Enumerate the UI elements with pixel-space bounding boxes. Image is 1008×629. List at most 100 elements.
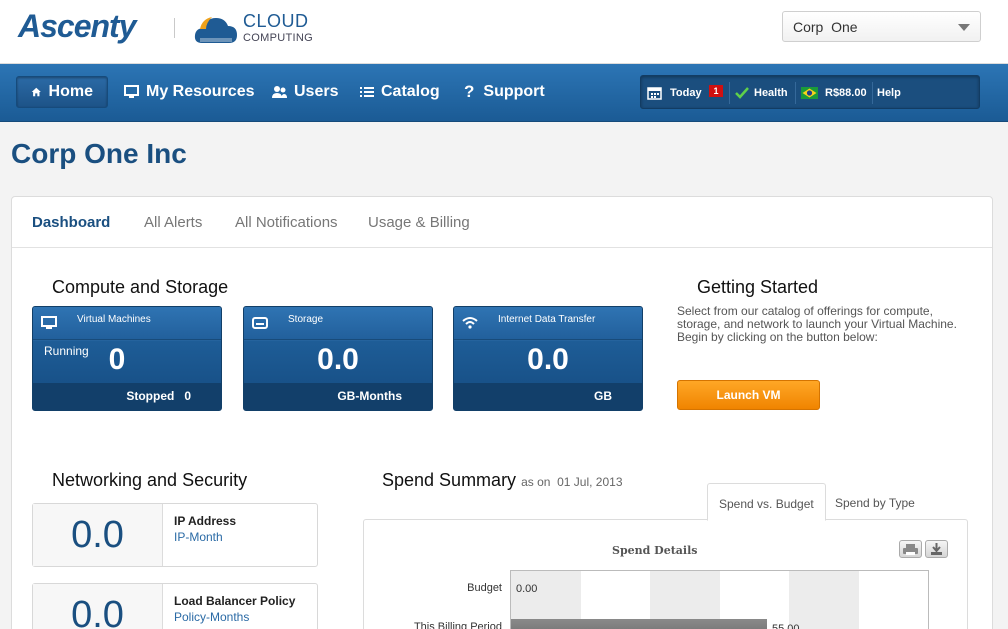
question-icon: ? — [464, 82, 475, 101]
help-label: Help — [877, 87, 901, 99]
nav-catalog[interactable]: Catalog — [346, 76, 454, 108]
balance-label: R$88.00 — [825, 87, 867, 99]
storage-tile-footer: GB-Months — [244, 383, 432, 410]
nav-users-label: Users — [294, 83, 339, 100]
load-balancer-unit[interactable]: Policy-Months — [174, 610, 249, 624]
spend-chart-plot: 0.00 55.00 — [510, 570, 929, 629]
list-icon — [360, 87, 374, 97]
nav-support-label: Support — [483, 83, 545, 100]
storage-tile[interactable]: Storage 0.0 GB-Months — [243, 306, 433, 411]
today-label: Today — [670, 87, 702, 99]
nav-users[interactable]: Users — [258, 76, 352, 108]
vm-stopped-count: Stopped 0 — [126, 389, 191, 403]
account-dropdown[interactable]: Corp One — [782, 11, 981, 42]
nav-catalog-label: Catalog — [381, 83, 440, 100]
cloud-computing-label: CLOUD COMPUTING — [243, 12, 313, 44]
chart-data-label: 0.00 — [516, 583, 538, 595]
status-divider — [795, 82, 796, 104]
main-navbar: Home My Resources Users Catalog ? Suppor… — [0, 64, 1008, 122]
load-balancer-value: 0.0 — [33, 584, 163, 629]
cloud-label-line2: COMPUTING — [243, 32, 313, 44]
tab-spend-vs-budget[interactable]: Spend vs. Budget — [707, 483, 826, 521]
nav-my-resources-label: My Resources — [146, 83, 255, 100]
today-count-badge: 1 — [709, 85, 723, 97]
health-label: Health — [754, 87, 788, 99]
getting-started-title: Getting Started — [697, 277, 819, 297]
ascenty-logo[interactable]: Ascenty — [18, 8, 136, 45]
tab-all-notifications[interactable]: All Notifications — [235, 214, 338, 231]
grid-band — [789, 571, 859, 629]
spend-summary-heading: Spend Summary as on 01 Jul, 2013 — [382, 470, 623, 491]
users-icon — [272, 86, 287, 98]
status-divider — [729, 82, 730, 104]
load-balancer-label: Load Balancer Policy — [174, 594, 296, 608]
chevron-down-icon — [958, 24, 970, 31]
vm-running-count: 0 — [108, 343, 126, 376]
chart-bar[interactable] — [511, 619, 767, 629]
monitor-icon — [41, 316, 57, 329]
account-balance[interactable]: R$88.00 — [801, 76, 867, 110]
spend-summary-title: Spend Summary — [382, 470, 517, 490]
tab-all-alerts[interactable]: All Alerts — [144, 214, 202, 231]
print-button[interactable] — [899, 540, 922, 558]
data-transfer-tile[interactable]: Internet Data Transfer 0.0 GB — [453, 306, 643, 411]
storage-unit: GB-Months — [337, 389, 402, 403]
data-transfer-tile-footer: GB — [454, 383, 642, 410]
brand-name: Ascenty — [18, 8, 136, 44]
download-button[interactable] — [925, 540, 948, 558]
vm-tile[interactable]: Virtual Machines Running 0 Stopped 0 — [32, 306, 222, 411]
hard-drive-icon — [252, 317, 268, 329]
cloud-label-line1: CLOUD — [243, 11, 309, 31]
data-transfer-tile-header: Internet Data Transfer — [454, 307, 642, 340]
dashboard-card: Dashboard All Alerts All Notifications U… — [11, 196, 993, 629]
nav-home-label: Home — [48, 83, 93, 100]
dashboard-tabs: Dashboard All Alerts All Notifications U… — [12, 197, 992, 248]
ip-address-label: IP Address — [174, 514, 237, 528]
help-link[interactable]: Help — [877, 76, 901, 110]
vm-tile-footer: Stopped 0 — [33, 383, 221, 410]
storage-tile-label: Storage — [288, 314, 324, 325]
ip-address-unit[interactable]: IP-Month — [174, 530, 223, 544]
ip-address-value: 0.0 — [33, 504, 163, 566]
calendar-icon — [647, 87, 662, 100]
data-transfer-tile-label: Internet Data Transfer — [498, 314, 596, 325]
monitor-icon — [124, 85, 139, 98]
today-alerts[interactable]: Today — [647, 76, 702, 110]
getting-started-text: Select from our catalog of offerings for… — [677, 304, 957, 344]
nav-support[interactable]: ? Support — [450, 76, 559, 108]
download-icon — [931, 543, 942, 555]
spend-chart-panel: Spend Details Budget This Billing Period… — [363, 519, 968, 629]
home-icon — [31, 87, 41, 97]
nav-my-resources[interactable]: My Resources — [110, 76, 269, 108]
status-panel: Today 1 Health R$88.00 Help — [640, 75, 980, 109]
chart-data-label: 55.00 — [772, 623, 800, 629]
chart-title: Spend Details — [612, 544, 698, 557]
page-title: Corp One Inc — [11, 138, 187, 169]
load-balancer-box[interactable]: 0.0 Load Balancer Policy Policy-Months — [32, 583, 318, 629]
vm-tile-label: Virtual Machines — [77, 314, 151, 325]
ip-address-box[interactable]: 0.0 IP Address IP-Month — [32, 503, 318, 567]
storage-value: 0.0 — [317, 343, 359, 376]
storage-tile-header: Storage — [244, 307, 432, 340]
status-divider — [872, 82, 873, 104]
data-transfer-value: 0.0 — [527, 343, 569, 376]
spend-summary-date: as on 01 Jul, 2013 — [521, 475, 623, 489]
data-transfer-unit: GB — [594, 389, 612, 403]
y-tick-label: This Billing Period — [413, 621, 502, 629]
cloud-computing-icon — [194, 17, 237, 43]
y-tick-label: Budget — [467, 582, 502, 594]
health-status[interactable]: Health — [735, 76, 788, 110]
top-header: Ascenty CLOUD COMPUTING Corp One — [0, 0, 1008, 64]
wifi-icon — [462, 317, 478, 329]
vm-tile-header: Virtual Machines — [33, 307, 221, 340]
tab-spend-by-type[interactable]: Spend by Type — [824, 483, 926, 521]
account-selected-value: Corp One — [793, 19, 858, 35]
networking-security-title: Networking and Security — [52, 470, 248, 490]
nav-home[interactable]: Home — [16, 76, 108, 108]
tab-dashboard[interactable]: Dashboard — [32, 214, 110, 231]
logo-divider — [174, 18, 175, 38]
print-icon — [903, 544, 918, 555]
launch-vm-button[interactable]: Launch VM — [677, 380, 820, 410]
compute-storage-title: Compute and Storage — [52, 277, 229, 297]
tab-usage-billing[interactable]: Usage & Billing — [368, 214, 470, 231]
